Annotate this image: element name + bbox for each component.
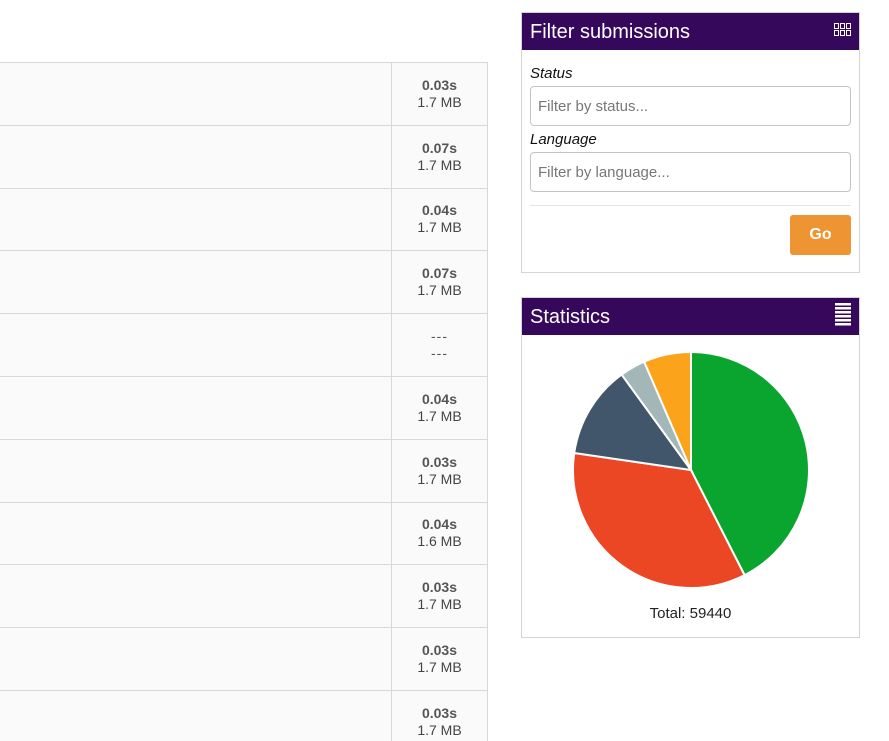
table-row[interactable]: 0.03s 1.7 MB (0, 63, 488, 126)
filter-panel-title: Filter submissions (530, 20, 691, 43)
statistics-panel: Statistics Total: 59440 (521, 297, 860, 638)
resource-usage-cell: 0.04s 1.6 MB (391, 502, 487, 565)
resource-usage-cell: 0.04s 1.7 MB (391, 188, 487, 251)
resource-usage-cell: 0.07s 1.7 MB (391, 125, 487, 188)
submission-info-cell (0, 189, 391, 251)
go-button[interactable]: Go (790, 215, 851, 255)
table-row[interactable]: 0.04s 1.6 MB (0, 502, 488, 566)
resource-usage-cell: 0.03s 1.7 MB (391, 628, 487, 690)
table-row[interactable]: 0.03s 1.7 MB (0, 628, 488, 691)
memory-usage: 1.7 MB (417, 219, 462, 236)
resource-usage-cell: 0.03s 1.7 MB (391, 690, 487, 741)
resource-usage-cell: 0.07s 1.7 MB (391, 251, 487, 314)
memory-usage: 1.7 MB (417, 470, 462, 487)
submission-info-cell (0, 503, 391, 565)
language-label: Language (530, 131, 597, 148)
table-row[interactable]: 0.03s 1.7 MB (0, 690, 488, 741)
submission-info-cell (0, 251, 391, 313)
grid-icon[interactable] (834, 22, 851, 41)
memory-usage: 1.7 MB (417, 156, 462, 173)
resource-usage-cell: --- --- (391, 314, 487, 376)
submission-info-cell (0, 126, 391, 188)
statistics-panel-title: Statistics (530, 305, 611, 328)
status-pie-chart: Total: 59440 (522, 335, 859, 637)
language-filter-input[interactable] (530, 152, 851, 192)
execution-time: 0.07s (421, 265, 458, 282)
execution-time: 0.03s (421, 76, 458, 93)
submission-info-cell (0, 565, 391, 627)
resource-usage-cell: 0.03s 1.7 MB (391, 63, 487, 125)
execution-time: 0.03s (421, 642, 458, 659)
memory-usage: 1.7 MB (417, 407, 462, 424)
filter-panel: Filter submissions Status Language Go (521, 12, 860, 273)
table-row[interactable]: 0.07s 1.7 MB (0, 125, 488, 189)
execution-time: 0.07s (421, 139, 458, 156)
submission-info-cell (0, 314, 391, 376)
submissions-list: 0.03s 1.7 MB 0.07s 1.7 MB 0.04s 1.7 MB 0.07s 1.… (0, 62, 488, 741)
memory-usage: 1.7 MB (417, 93, 462, 110)
execution-time: 0.04s (421, 516, 458, 533)
table-row[interactable]: 0.04s 1.7 MB (0, 376, 488, 440)
memory-usage: 1.7 MB (417, 282, 462, 299)
divider (530, 205, 851, 206)
submission-info-cell (0, 440, 391, 502)
execution-time: 0.04s (421, 202, 458, 219)
total-count: Total: 59440 (649, 605, 732, 622)
table-row[interactable]: 0.07s 1.7 MB (0, 251, 488, 315)
status-filter-input[interactable] (530, 86, 851, 126)
execution-time: 0.04s (421, 390, 458, 407)
table-row[interactable]: --- --- (0, 314, 488, 377)
memory-usage: 1.6 MB (417, 533, 462, 550)
execution-time: 0.03s (421, 704, 458, 721)
statistics-panel-header: Statistics (522, 298, 859, 335)
table-row[interactable]: 0.04s 1.7 MB (0, 188, 488, 252)
status-label: Status (530, 65, 573, 82)
submission-info-cell (0, 377, 391, 439)
resource-usage-cell: 0.03s 1.7 MB (391, 565, 487, 628)
pie-svg (572, 350, 810, 589)
submission-info-cell (0, 691, 391, 741)
resource-usage-cell: 0.04s 1.7 MB (391, 376, 487, 439)
memory-usage: 1.7 MB (417, 659, 462, 676)
submission-info-cell (0, 63, 391, 125)
list-icon[interactable] (835, 302, 851, 331)
memory-usage: --- (431, 345, 448, 362)
execution-time: --- (431, 328, 448, 345)
table-row[interactable]: 0.03s 1.7 MB (0, 565, 488, 629)
resource-usage-cell: 0.03s 1.7 MB (391, 439, 487, 502)
execution-time: 0.03s (421, 453, 458, 470)
filter-panel-header: Filter submissions (522, 13, 859, 50)
memory-usage: 1.7 MB (417, 596, 462, 613)
execution-time: 0.03s (421, 579, 458, 596)
table-row[interactable]: 0.03s 1.7 MB (0, 439, 488, 503)
submission-info-cell (0, 628, 391, 690)
memory-usage: 1.7 MB (417, 721, 462, 738)
